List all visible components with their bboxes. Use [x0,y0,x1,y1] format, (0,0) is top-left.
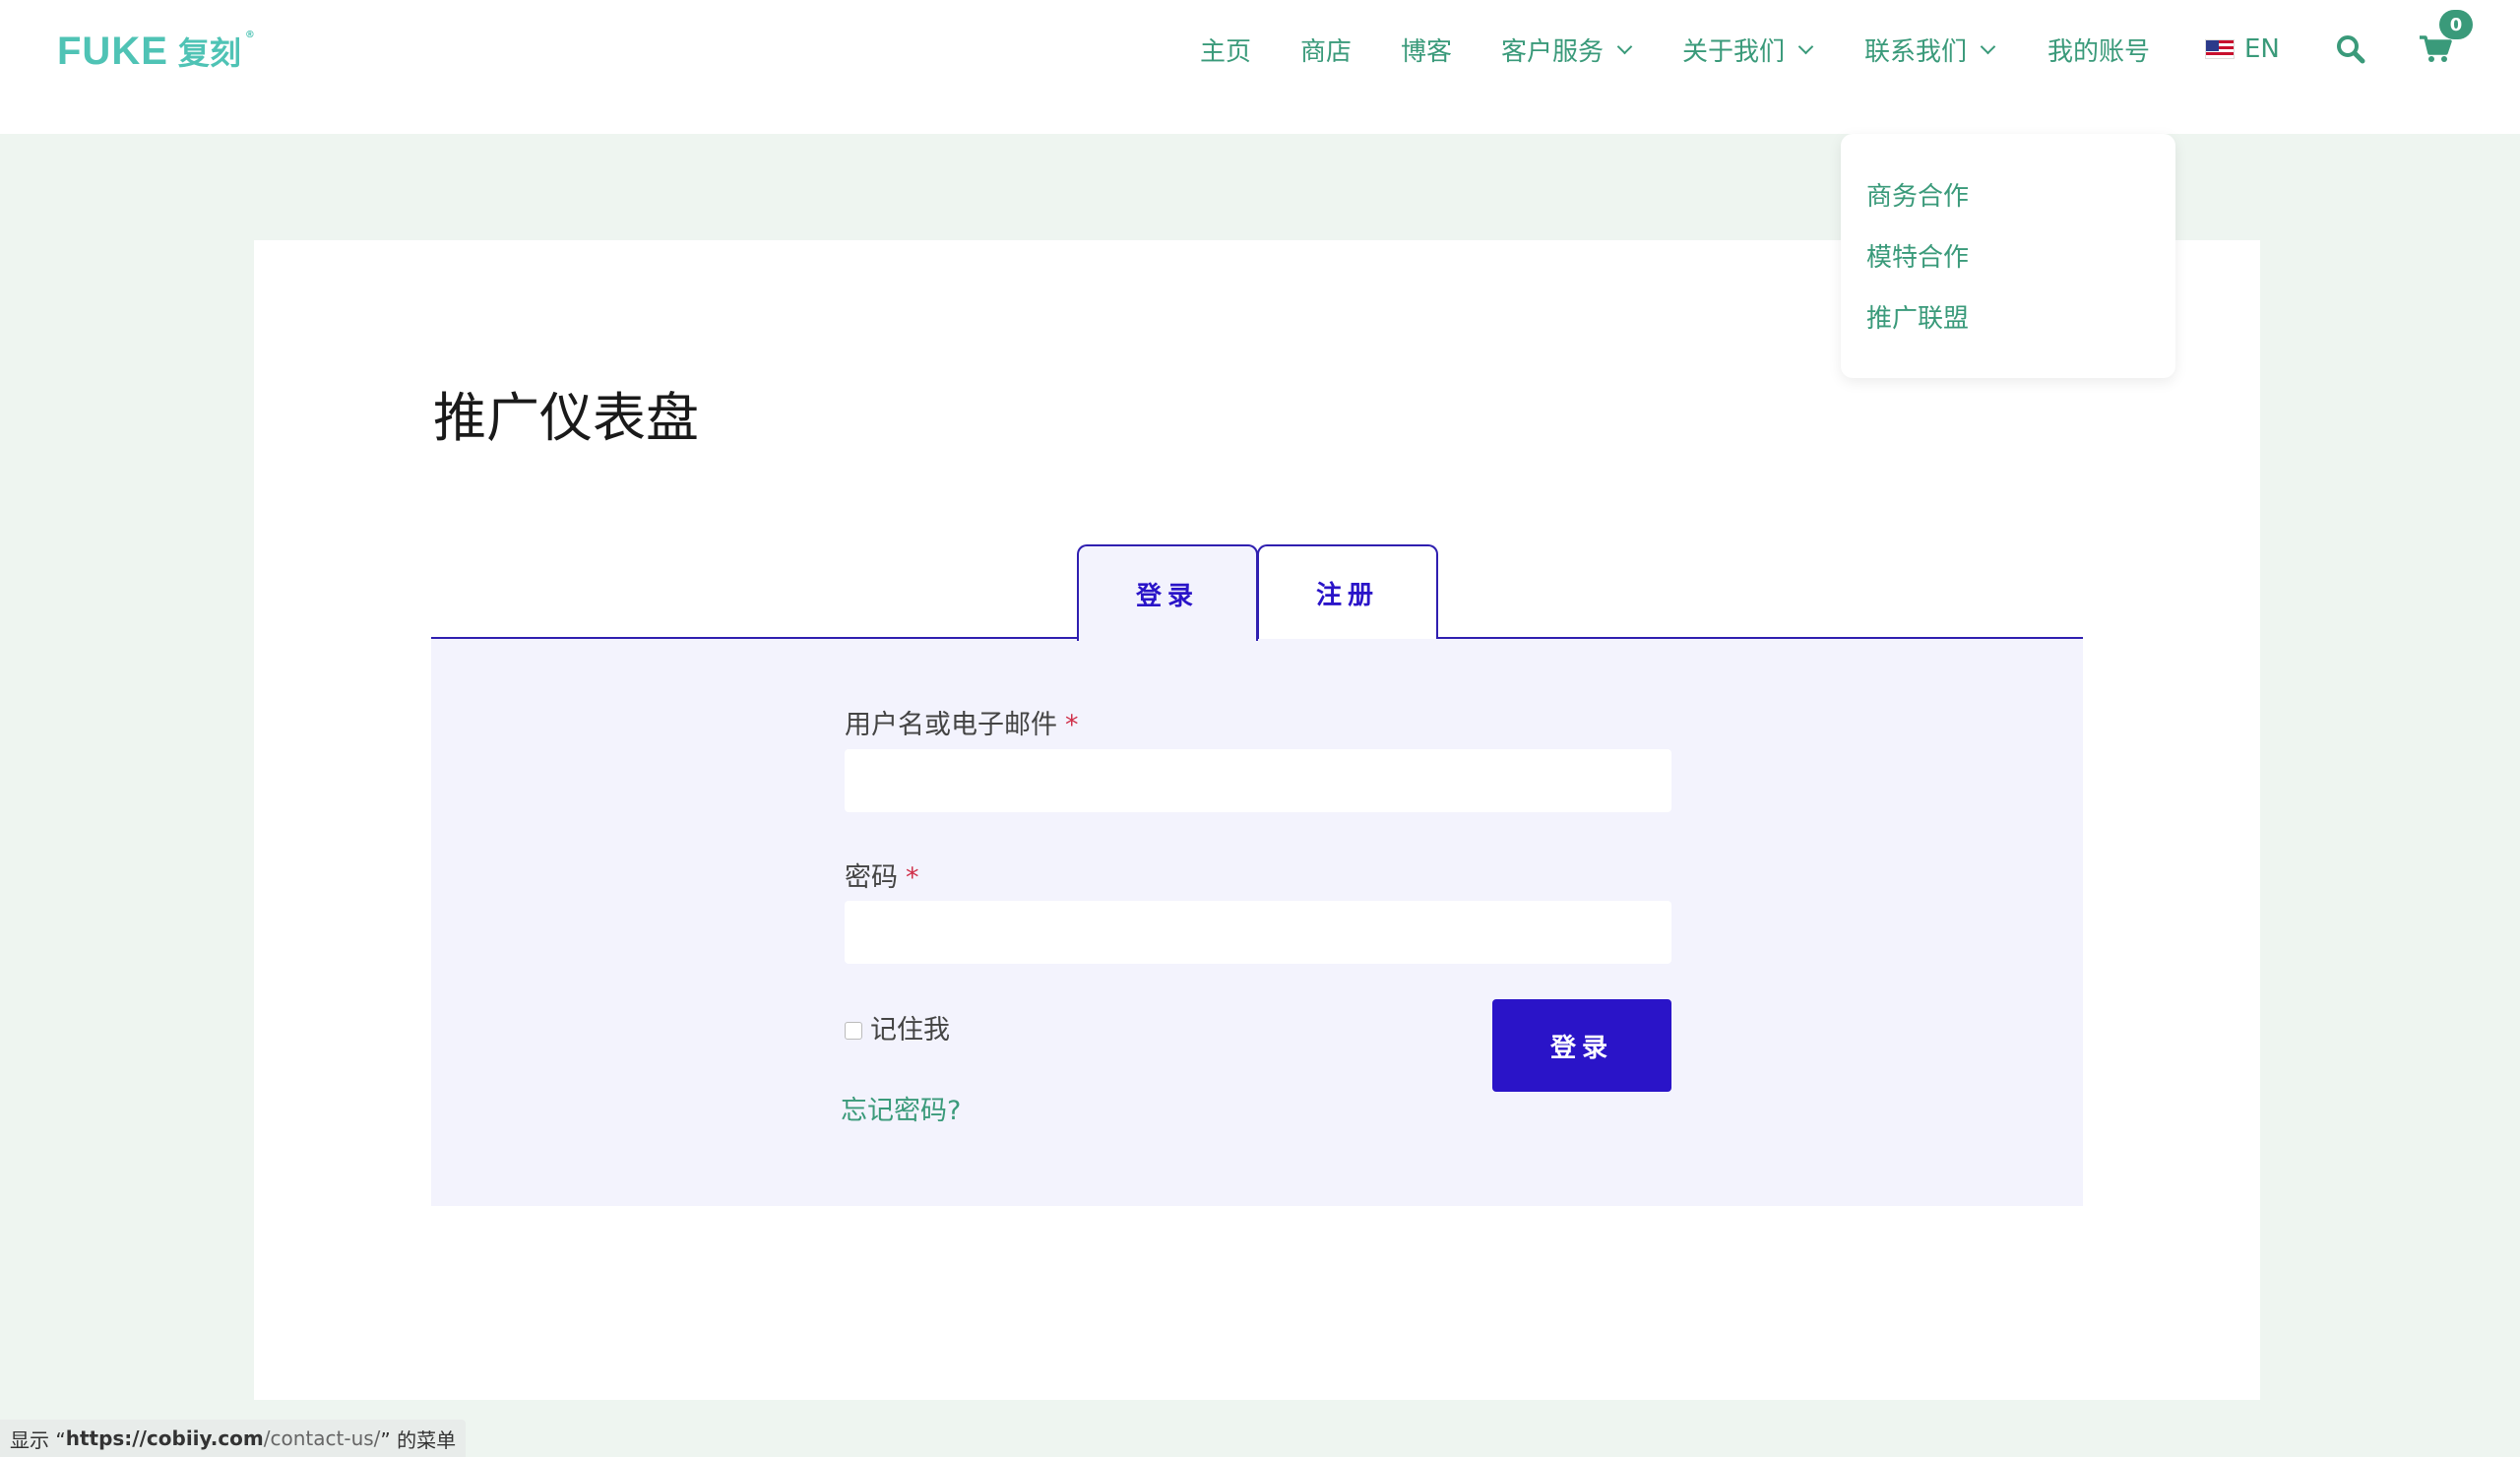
page-title: 推广仪表盘 [433,387,699,449]
search-icon [2337,35,2365,64]
status-url-path: /contact-us/ [263,1426,381,1450]
chevron-down-icon [1980,38,1996,54]
contact-us-dropdown-menu: 商务合作 模特合作 推广联盟 [1841,134,2175,378]
nav-blog[interactable]: 博客 [1401,28,1452,71]
nav-shop[interactable]: 商店 [1300,28,1352,71]
required-marker: * [906,862,919,893]
language-label: EN [2244,34,2280,64]
us-flag-icon [2205,39,2235,59]
password-label-text: 密码 [845,862,898,893]
language-switcher[interactable]: EN [2205,28,2280,71]
chevron-down-icon [1616,38,1633,54]
nav-customer-service-label: 客户服务 [1501,36,1605,67]
password-input[interactable] [845,901,1671,964]
password-label: 密码 * [845,855,919,894]
nav-about-us-label: 关于我们 [1682,36,1786,67]
status-url-host: https://cobiiy.com [65,1426,264,1450]
username-label-text: 用户名或电子邮件 [845,710,1057,740]
login-submit-button[interactable]: 登录 [1492,999,1671,1092]
main-nav: 主页 商店 博客 客户服务 关于我们 联系我们 我的账号 EN [0,28,2520,71]
forgot-password-link[interactable]: 忘记密码? [841,1089,961,1127]
remember-me-label[interactable]: 记住我 [870,1008,950,1046]
status-prefix: 显示 “ [10,1427,66,1452]
search-button[interactable] [2333,30,2368,69]
username-input[interactable] [845,749,1671,812]
browser-status-bar: 显示 “ https://cobiiy.com /contact-us/ ” 的… [0,1420,467,1457]
dropdown-item-affiliate-program[interactable]: 推广联盟 [1841,276,2175,356]
nav-my-account[interactable]: 我的账号 [2048,28,2150,71]
nav-contact-us-label: 联系我们 [1864,36,1968,67]
remember-me-checkbox[interactable] [845,1021,862,1040]
cart-count-badge: 0 [2439,10,2473,39]
site-header: FUKE 复刻 ® 主页 商店 博客 客户服务 关于我们 联系我们 我的账号 E… [0,0,2520,134]
nav-about-us[interactable]: 关于我们 [1682,28,1814,71]
remember-me-row: 记住我 [845,1008,950,1046]
nav-customer-service[interactable]: 客户服务 [1501,28,1633,71]
tab-login[interactable]: 登录 [1077,544,1258,641]
shopping-cart-icon [2420,35,2452,62]
username-label: 用户名或电子邮件 * [845,703,1079,741]
nav-contact-us[interactable]: 联系我们 [1864,28,1996,71]
status-suffix: ” 的菜单 [380,1427,457,1452]
tab-register[interactable]: 注册 [1257,544,1438,639]
nav-home[interactable]: 主页 [1200,28,1251,71]
chevron-down-icon [1797,38,1814,54]
required-marker: * [1065,710,1079,740]
